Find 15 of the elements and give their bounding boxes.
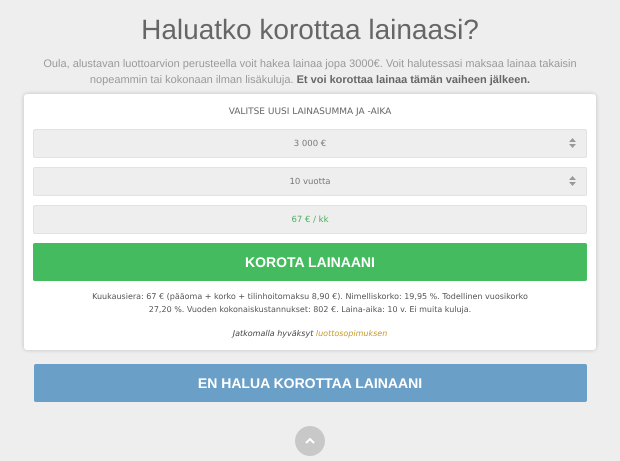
terms-text: Kuukausiera: 67 € (pääoma + korko + tilinhoitomaksu 8,90 €). Nimelliskorko: 19,95 %. Todellinen vuosikorko 27,20 %. Vuoden kokonaiskustannukset: 802 €. Laina-aika: 10 v. Ei muita kuluja. [91,291,529,316]
decline-button[interactable]: EN HALUA KOROTTAA LAINAANI [34,364,586,402]
monthly-payment-field: 67 € / kk [33,205,587,234]
card-heading: VALITSE UUSI LAINASUMMA JA -AIKA [228,106,392,119]
contract-link[interactable]: luottosopimuksen [316,329,388,338]
raise-loan-button[interactable]: KOROTA LAINAANI [33,243,587,281]
select-field[interactable]: 3 000 € [33,129,587,158]
page-title: Haluatko korottaa lainaasi? [141,13,479,47]
up-down-arrows-icon [569,138,576,148]
up-down-arrows-icon [569,176,576,186]
select-field[interactable]: 10 vuotta [33,167,587,196]
chevron-up-icon [305,438,315,444]
intro-text: Oula, alustavan luottoarvion perusteella voit hakea lainaa jopa 3000€. Voit halutessasi maksaa lainaa takaisin nopeammin tai kokonaan ilman lisäkuluja. Et voi korottaa lainaa tämän vaiheen jälkeen. [42,57,578,88]
scroll-top-button[interactable] [295,426,325,456]
consent-text: Jatkomalla hyväksyt luottosopimuksen [230,329,388,338]
